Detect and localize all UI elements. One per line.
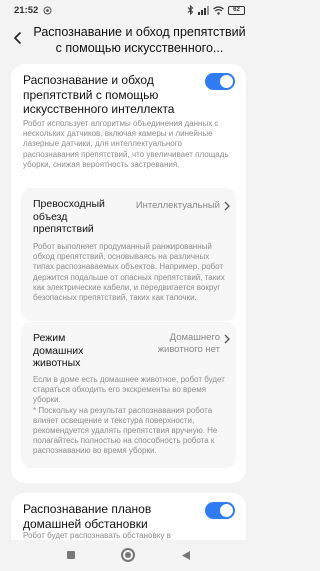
status-bar-right: 62 — [187, 5, 245, 15]
pet-mode-description: Если в доме есть домашнее животное, робо… — [33, 375, 225, 456]
chevron-right-icon — [224, 334, 230, 344]
signal-icon — [198, 5, 209, 15]
obstacle-mode-section[interactable]: Превосходный объезд препятствий Интеллек… — [21, 188, 236, 321]
back-arrow-icon[interactable] — [12, 31, 24, 45]
wifi-icon — [213, 5, 224, 15]
nav-back-icon[interactable] — [181, 550, 191, 561]
page-header: Распознавание и обход препятствий с помо… — [0, 22, 257, 56]
home-icon[interactable] — [121, 548, 135, 562]
ai-obstacle-title: Распознавание и обход препятствий с помо… — [23, 73, 175, 116]
home-layout-title: Распознавание планов домашней обстановки — [23, 502, 152, 531]
pet-mode-title: Режим домашних животных — [33, 332, 84, 369]
obstacle-mode-value: Интеллектуальный — [135, 200, 220, 211]
recent-apps-icon[interactable] — [67, 551, 75, 559]
status-bar-left: 21:52 — [14, 5, 52, 16]
battery-icon: 62 — [228, 5, 245, 15]
notification-icon — [43, 6, 52, 14]
page-title: Распознавание и обход препятствий с помо… — [33, 25, 246, 55]
obstacle-mode-description: Робот выполняет продуманный ранжированны… — [33, 242, 225, 303]
chevron-right-icon — [224, 201, 230, 211]
ai-obstacle-card: Распознавание и обход препятствий с помо… — [11, 64, 246, 483]
home-layout-toggle[interactable] — [205, 502, 235, 519]
status-time: 21:52 — [14, 4, 39, 16]
ai-obstacle-description: Робот использует алгоритмы объединения д… — [23, 119, 229, 169]
ai-obstacle-toggle[interactable] — [205, 73, 235, 90]
status-bar: 21:52 62 — [0, 0, 257, 20]
bluetooth-icon — [187, 5, 194, 15]
pet-mode-section[interactable]: Режим домашних животных Домашнего животн… — [21, 322, 236, 468]
pet-mode-value: Домашнего животного нет — [157, 332, 220, 355]
obstacle-mode-title: Превосходный объезд препятствий — [33, 198, 105, 235]
system-nav-bar — [0, 540, 257, 571]
